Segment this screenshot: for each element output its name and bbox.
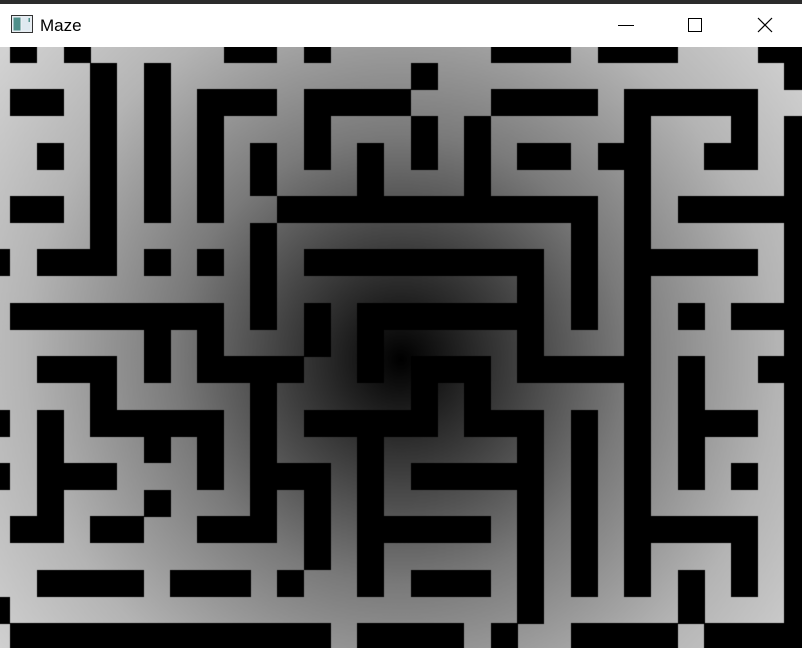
close-icon — [757, 17, 773, 33]
app-window-icon — [11, 15, 33, 33]
close-button[interactable] — [742, 4, 788, 47]
title-bar[interactable]: Maze — [0, 4, 802, 47]
maze-canvas[interactable] — [0, 47, 802, 648]
minimize-icon — [618, 25, 634, 26]
maximize-icon — [688, 18, 702, 32]
window-title: Maze — [40, 16, 82, 35]
maze-view[interactable] — [0, 47, 802, 648]
maximize-button[interactable] — [672, 4, 718, 47]
maze-window: Maze — [0, 0, 802, 648]
minimize-button[interactable] — [603, 4, 649, 47]
